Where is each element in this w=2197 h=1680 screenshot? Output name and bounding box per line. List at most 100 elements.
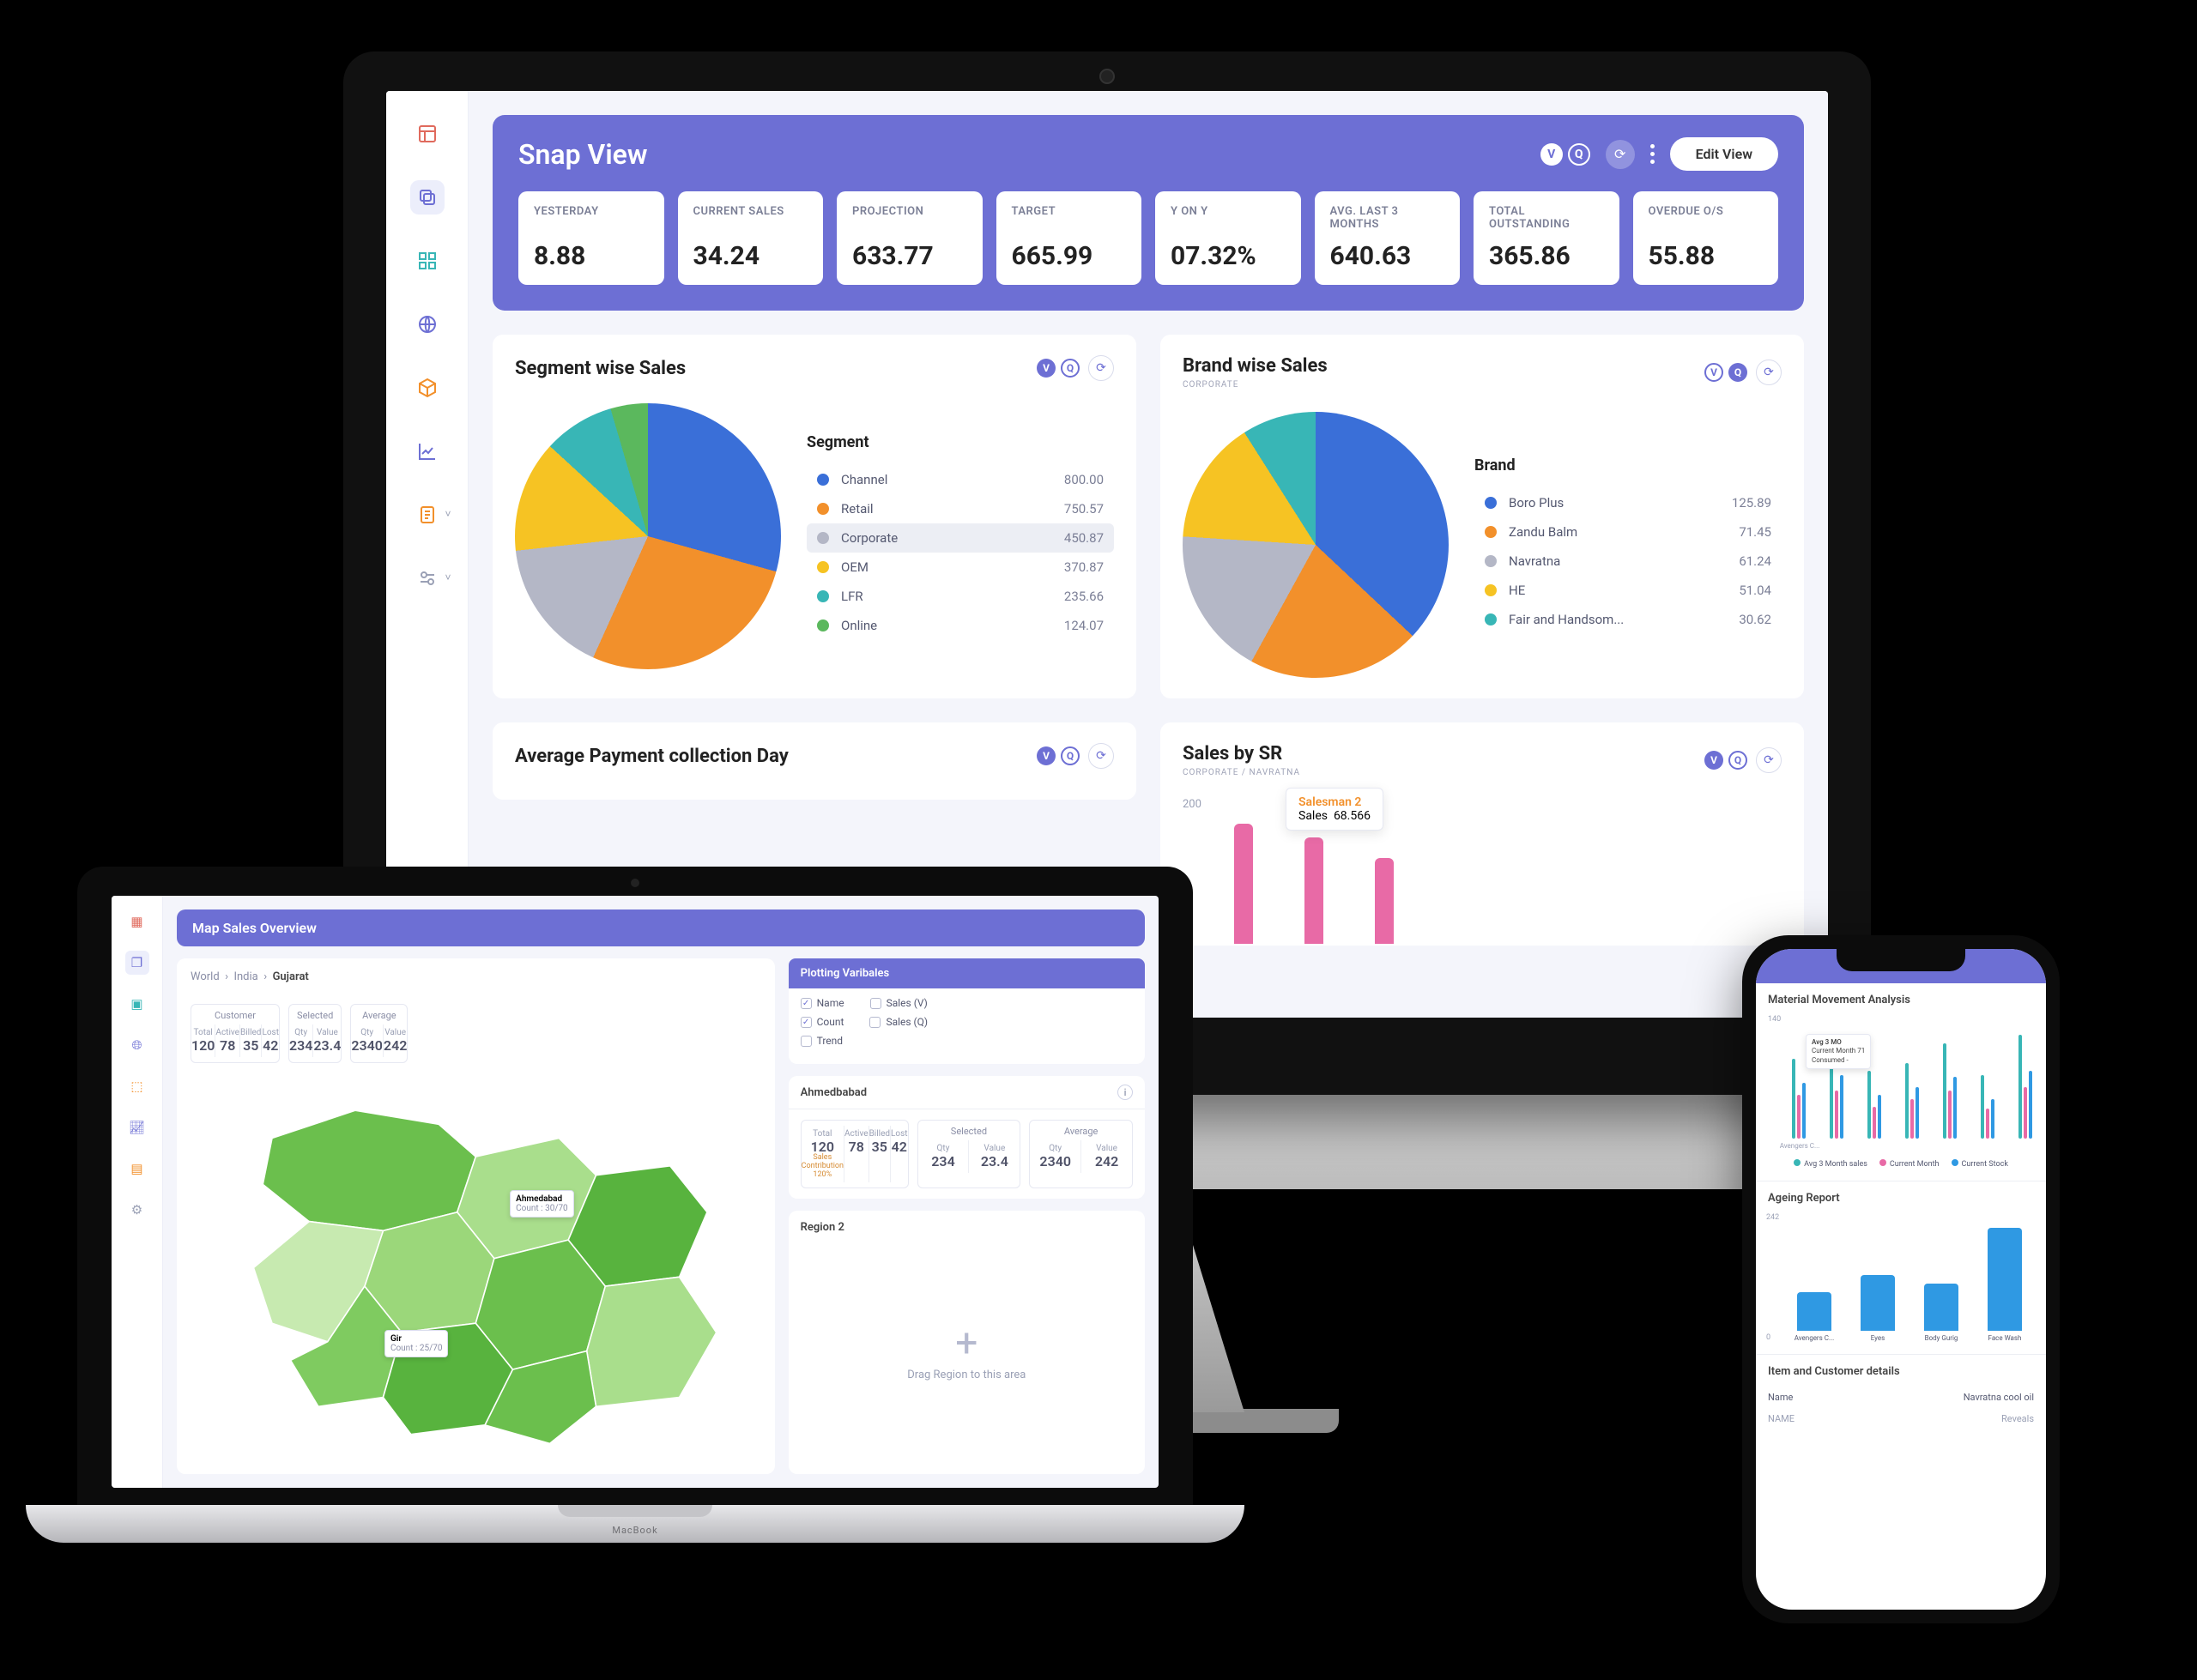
kpi-value: 665.99 <box>1012 241 1127 271</box>
checkbox-option[interactable]: Trend <box>801 1035 843 1047</box>
macbook-base: MacBook <box>26 1505 1244 1543</box>
vq-toggle[interactable]: VQ <box>1704 751 1747 770</box>
bar <box>1304 837 1323 944</box>
legend-row[interactable]: Channel800.00 <box>807 465 1114 494</box>
edit-view-button[interactable]: Edit View <box>1670 137 1778 171</box>
card-title: Sales by SR <box>1183 743 1696 764</box>
info-icon[interactable]: i <box>1117 1085 1133 1100</box>
refresh-icon[interactable]: ⟳ <box>1088 743 1114 769</box>
vq-toggle[interactable]: VQ <box>1540 143 1590 166</box>
apps-icon[interactable]: ▣ <box>125 992 149 1016</box>
bar: Eyes <box>1854 1275 1902 1342</box>
macbook-bezel: ▦ ❐ ▣ 🌐︎ ⬚ 📈︎ ▤ ⚙ Map Sales Overview Wor… <box>77 867 1193 1505</box>
legend-dot-icon <box>817 561 829 573</box>
refresh-icon[interactable]: ⟳ <box>1606 140 1635 169</box>
camera-icon <box>1099 69 1115 84</box>
kpi-value: 640.63 <box>1330 241 1445 271</box>
map-pin-ahmedabad[interactable]: Ahmedabad Count : 30/70 <box>510 1190 574 1218</box>
right-column: Plotting Varibales NameSales (V)CountSal… <box>789 958 1145 1474</box>
drop-zone[interactable]: + Drag Region to this area <box>801 1241 1133 1464</box>
kpi-label: PROJECTION <box>852 205 967 233</box>
copy-icon[interactable] <box>410 180 445 215</box>
box-icon[interactable]: ⬚ <box>125 1074 149 1098</box>
refresh-icon[interactable]: ⟳ <box>1756 747 1782 773</box>
checkbox-option[interactable]: Sales (V) <box>870 997 928 1009</box>
macbook-screen: ▦ ❐ ▣ 🌐︎ ⬚ 📈︎ ▤ ⚙ Map Sales Overview Wor… <box>112 896 1159 1488</box>
vq-toggle[interactable]: VQ <box>1704 363 1747 382</box>
layout-icon[interactable]: ▦ <box>125 909 149 934</box>
refresh-icon[interactable]: ⟳ <box>1088 355 1114 381</box>
checkbox-option[interactable]: Sales (Q) <box>869 1016 928 1028</box>
legend-item: Current Month <box>1879 1159 1940 1169</box>
y-tick: 140 <box>1768 1015 1781 1024</box>
globe-icon[interactable] <box>410 307 445 341</box>
kpi-card[interactable]: TARGET665.99 <box>996 191 1142 285</box>
globe-icon[interactable]: 🌐︎ <box>125 1033 149 1057</box>
checkbox-icon <box>870 998 881 1009</box>
kpi-card[interactable]: AVG. LAST 3 MONTHS640.63 <box>1315 191 1461 285</box>
chart-line-icon[interactable]: 📈︎ <box>125 1115 149 1139</box>
legend-row[interactable]: Corporate450.87 <box>807 523 1114 553</box>
ahmedabad-panel: Ahmedbabadi Total120Sales Contribution12… <box>789 1076 1145 1199</box>
legend-item: Avg 3 Month sales <box>1794 1159 1867 1169</box>
card-title: Average Payment collection Day <box>515 746 1028 767</box>
box-icon[interactable] <box>410 371 445 405</box>
bar-group <box>1943 1043 1958 1139</box>
chart-tooltip: Salesman 2 Sales 68.566 <box>1286 788 1383 831</box>
copy-icon[interactable]: ❐ <box>125 951 149 975</box>
choropleth-map[interactable]: Ahmedabad Count : 30/70 Gir Count : 25/7… <box>191 1073 761 1462</box>
legend-row[interactable]: Navratna61.24 <box>1474 547 1782 576</box>
legend-dot-icon <box>1485 526 1497 538</box>
legend-row[interactable]: Zandu Balm71.45 <box>1474 517 1782 547</box>
iphone-notch <box>1837 949 1965 971</box>
kpi-card[interactable]: OVERDUE O/S55.88 <box>1633 191 1779 285</box>
legend-row[interactable]: LFR235.66 <box>807 582 1114 611</box>
legend-row[interactable]: OEM370.87 <box>807 553 1114 582</box>
kpi-value: 365.86 <box>1489 241 1604 271</box>
more-icon[interactable] <box>1650 144 1655 164</box>
page-title: Snap View <box>518 138 1525 171</box>
camera-icon <box>631 879 639 887</box>
vq-toggle[interactable]: VQ <box>1037 746 1080 765</box>
checkbox-icon <box>801 998 812 1009</box>
chart-line-icon[interactable] <box>410 434 445 468</box>
chart-tooltip: Avg 3 MO Current Month 71 Consumed - <box>1806 1034 1871 1069</box>
legend-row[interactable]: HE51.04 <box>1474 576 1782 605</box>
legend-row[interactable]: Fair and Handsom...30.62 <box>1474 605 1782 634</box>
section-title: Item and Customer details <box>1768 1365 2034 1378</box>
refresh-icon[interactable]: ⟳ <box>1756 360 1782 385</box>
map-pin-gir[interactable]: Gir Count : 25/70 <box>384 1330 449 1357</box>
y-tick: 242 <box>1766 1213 1779 1222</box>
map-canvas: Map Sales Overview World › India › Gujar… <box>163 896 1159 1488</box>
legend-row[interactable]: Retail750.57 <box>807 494 1114 523</box>
legend-row[interactable]: Boro Plus125.89 <box>1474 488 1782 517</box>
y-tick: 0 <box>1766 1333 1770 1342</box>
settings-icon[interactable]: ⚙ <box>125 1198 149 1222</box>
legend-dot-icon <box>1485 497 1497 509</box>
brand-legend: Brand Boro Plus125.89Zandu Balm71.45Navr… <box>1474 456 1782 634</box>
layout-icon[interactable] <box>410 117 445 151</box>
card-title: Brand wise Sales <box>1183 355 1696 377</box>
vq-toggle[interactable]: VQ <box>1037 359 1080 378</box>
kpi-card[interactable]: YESTERDAY8.88 <box>518 191 664 285</box>
legend-row[interactable]: Online124.07 <box>807 611 1114 640</box>
breadcrumb[interactable]: World › India › Gujarat <box>191 970 761 983</box>
bar-group <box>1981 1075 1996 1139</box>
document-icon[interactable]: ˅ <box>410 498 445 532</box>
kpi-card[interactable]: CURRENT SALES34.24 <box>678 191 824 285</box>
kpi-card[interactable]: PROJECTION633.77 <box>837 191 983 285</box>
legend-dot-icon <box>817 590 829 602</box>
hero-header: Snap View VQ ⟳ Edit View YESTERDAY8.88CU… <box>493 115 1804 311</box>
document-icon[interactable]: ▤ <box>125 1157 149 1181</box>
section-title: Material Movement Analysis <box>1768 994 2034 1006</box>
bar-group <box>1867 1071 1883 1139</box>
settings-icon[interactable]: ˅ <box>410 561 445 595</box>
stat-group: Total120Sales Contribution120%Active78Bi… <box>801 1120 909 1188</box>
checkbox-option[interactable]: Count <box>801 1016 844 1028</box>
kpi-card[interactable]: TOTAL OUTSTANDING365.86 <box>1474 191 1619 285</box>
kpi-card[interactable]: Y ON Y07.32% <box>1155 191 1301 285</box>
bar-group: Avengers C... <box>1792 1059 1807 1139</box>
apps-icon[interactable] <box>410 244 445 278</box>
checkbox-option[interactable]: Name <box>801 997 844 1009</box>
macbook-notch <box>558 1505 712 1517</box>
